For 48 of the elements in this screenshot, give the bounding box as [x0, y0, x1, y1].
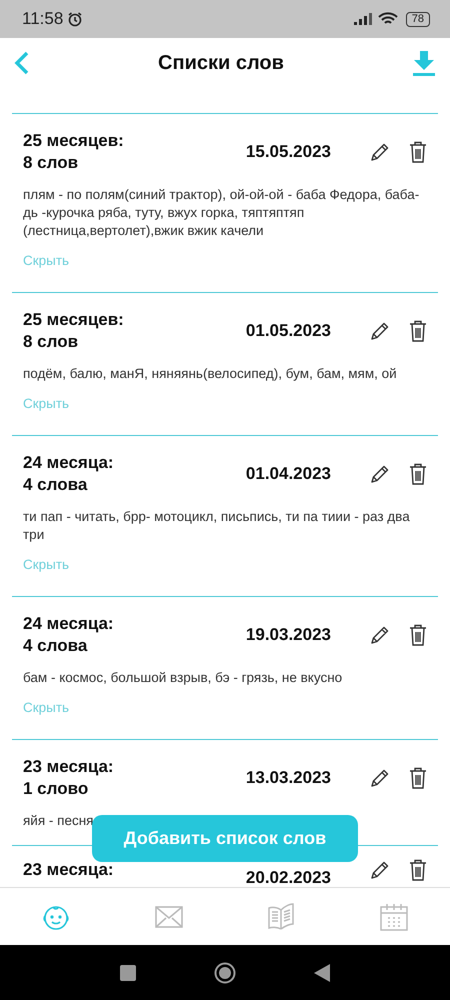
trash-icon[interactable] — [409, 463, 427, 485]
pencil-icon[interactable] — [369, 320, 391, 342]
word-list-text: бам - космос, большой взрыв, бэ - грязь, не вкусно — [23, 669, 344, 687]
word-list-text: подём, балю, манЯ, няняянь(велосипед), бум, бам, мям, ой — [23, 365, 398, 383]
wifi-icon — [378, 12, 398, 26]
alarm-icon — [67, 11, 84, 27]
list-age: 23 месяца: — [23, 859, 115, 881]
list-date: 13.03.2023 — [246, 768, 331, 788]
list-date: 01.05.2023 — [246, 321, 331, 341]
hide-link[interactable]: Скрыть — [23, 252, 70, 270]
pencil-icon[interactable] — [369, 463, 391, 485]
trash-icon[interactable] — [409, 767, 427, 789]
pencil-icon[interactable] — [369, 859, 391, 881]
clock-time: 11:58 — [22, 9, 64, 29]
list-age: 25 месяцев: — [23, 130, 125, 152]
home-button[interactable] — [214, 962, 236, 984]
list-date: 15.05.2023 — [246, 142, 331, 162]
list-date: 01.04.2023 — [246, 464, 331, 484]
word-count: 8 слов — [23, 152, 80, 174]
word-count: 8 слов — [23, 331, 80, 353]
list-date: 20.02.2023 — [246, 868, 331, 887]
screen-title: Списки слов — [157, 52, 285, 74]
trash-icon[interactable] — [409, 141, 427, 163]
list-age: 23 месяца: — [23, 756, 115, 778]
list-date: 19.03.2023 — [246, 625, 331, 645]
pencil-icon[interactable] — [369, 767, 391, 789]
trash-icon[interactable] — [409, 320, 427, 342]
add-list-button[interactable]: Добавить список слов — [92, 815, 358, 862]
pencil-icon[interactable] — [369, 141, 391, 163]
hide-link[interactable]: Скрыть — [23, 556, 70, 574]
word-list-text: яйя - песня — [23, 812, 94, 830]
word-list-text: плям - по полям(синий трактор), ой-ой-ой - баба Федора, баба-дь -курочка ряба, туту, вжух горка, тяптяптяп (лестница,вертолет),вжик вжик качели — [23, 186, 420, 240]
word-count: 4 слова — [23, 474, 88, 496]
battery-level: 78 — [406, 12, 430, 26]
word-count: 1 слово — [23, 778, 90, 800]
pencil-icon[interactable] — [369, 624, 391, 646]
hide-link[interactable]: Скрыть — [23, 395, 70, 413]
list-age: 24 месяца: — [23, 452, 115, 474]
hide-link[interactable]: Скрыть — [23, 699, 70, 717]
word-count: 4 слова — [23, 635, 88, 657]
trash-icon[interactable] — [409, 859, 427, 881]
list-age: 24 месяца: — [23, 613, 115, 635]
recents-button[interactable] — [120, 964, 136, 980]
signal-icon — [354, 13, 374, 25]
word-list-text: ти пап - читать, брр- мотоцикл, письпись, ти па тиии - раз два три — [23, 508, 411, 544]
back-nav-button[interactable] — [314, 964, 330, 982]
trash-icon[interactable] — [409, 624, 427, 646]
list-age: 25 месяцев: — [23, 309, 125, 331]
